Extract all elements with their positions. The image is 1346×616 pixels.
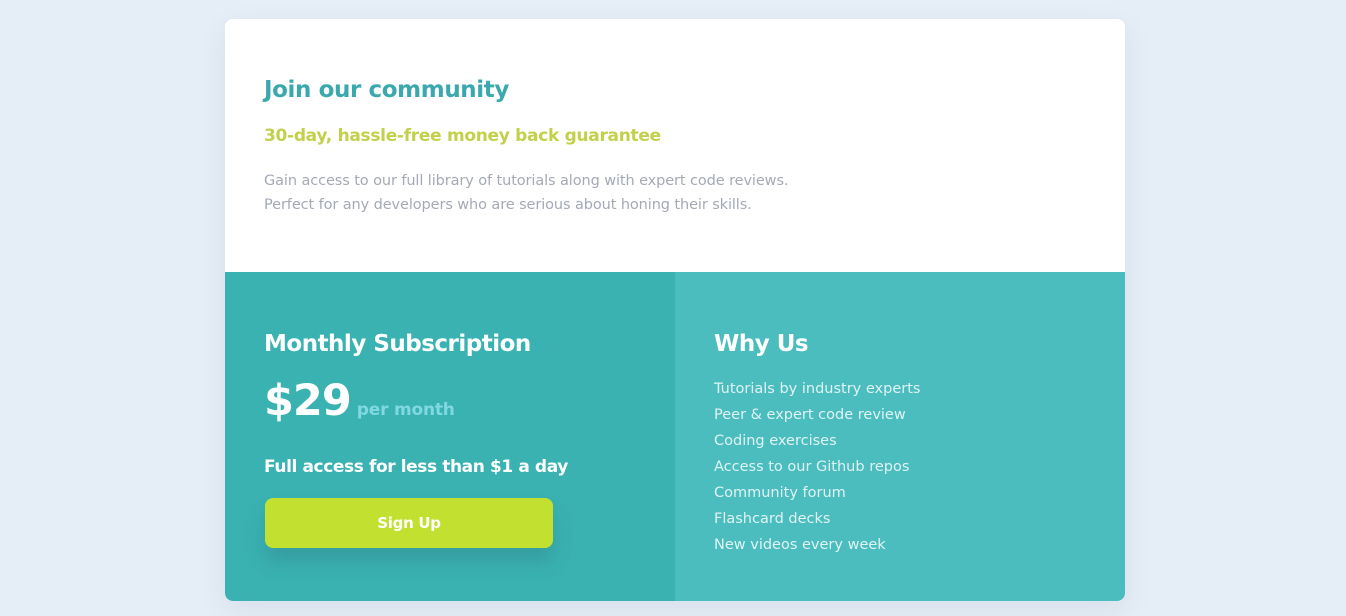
why-us-title: Why Us (714, 331, 809, 357)
community-title: Join our community (264, 77, 509, 103)
why-us-item: Tutorials by industry experts (714, 381, 921, 397)
why-us-item: Flashcard decks (714, 511, 831, 527)
price-amount: $29 (264, 376, 352, 426)
sign-up-button[interactable]: Sign Up (265, 498, 553, 548)
why-us-item: New videos every week (714, 537, 886, 553)
why-us-item: Access to our Github repos (714, 459, 910, 475)
guarantee-subtitle: 30-day, hassle-free money back guarantee (264, 126, 661, 146)
price-row: $29 per month (264, 376, 455, 426)
price-tagline: Full access for less than $1 a day (264, 457, 568, 477)
price-period: per month (356, 400, 455, 420)
why-us-item: Coding exercises (714, 433, 837, 449)
community-section: Join our community 30-day, hassle-free m… (225, 19, 1125, 272)
description-line: Perfect for any developers who are serio… (264, 197, 752, 213)
description-line: Gain access to our full library of tutor… (264, 173, 789, 189)
why-us-section: Why Us Tutorials by industry experts Pee… (675, 272, 1125, 601)
why-us-item: Peer & expert code review (714, 407, 906, 423)
why-us-item: Community forum (714, 485, 846, 501)
pricing-card: Join our community 30-day, hassle-free m… (225, 19, 1125, 601)
community-description: Gain access to our full library of tutor… (264, 169, 789, 217)
subscription-title: Monthly Subscription (264, 331, 531, 357)
why-us-list: Tutorials by industry experts Peer & exp… (714, 376, 920, 558)
subscription-section: Monthly Subscription $29 per month Full … (225, 272, 675, 601)
